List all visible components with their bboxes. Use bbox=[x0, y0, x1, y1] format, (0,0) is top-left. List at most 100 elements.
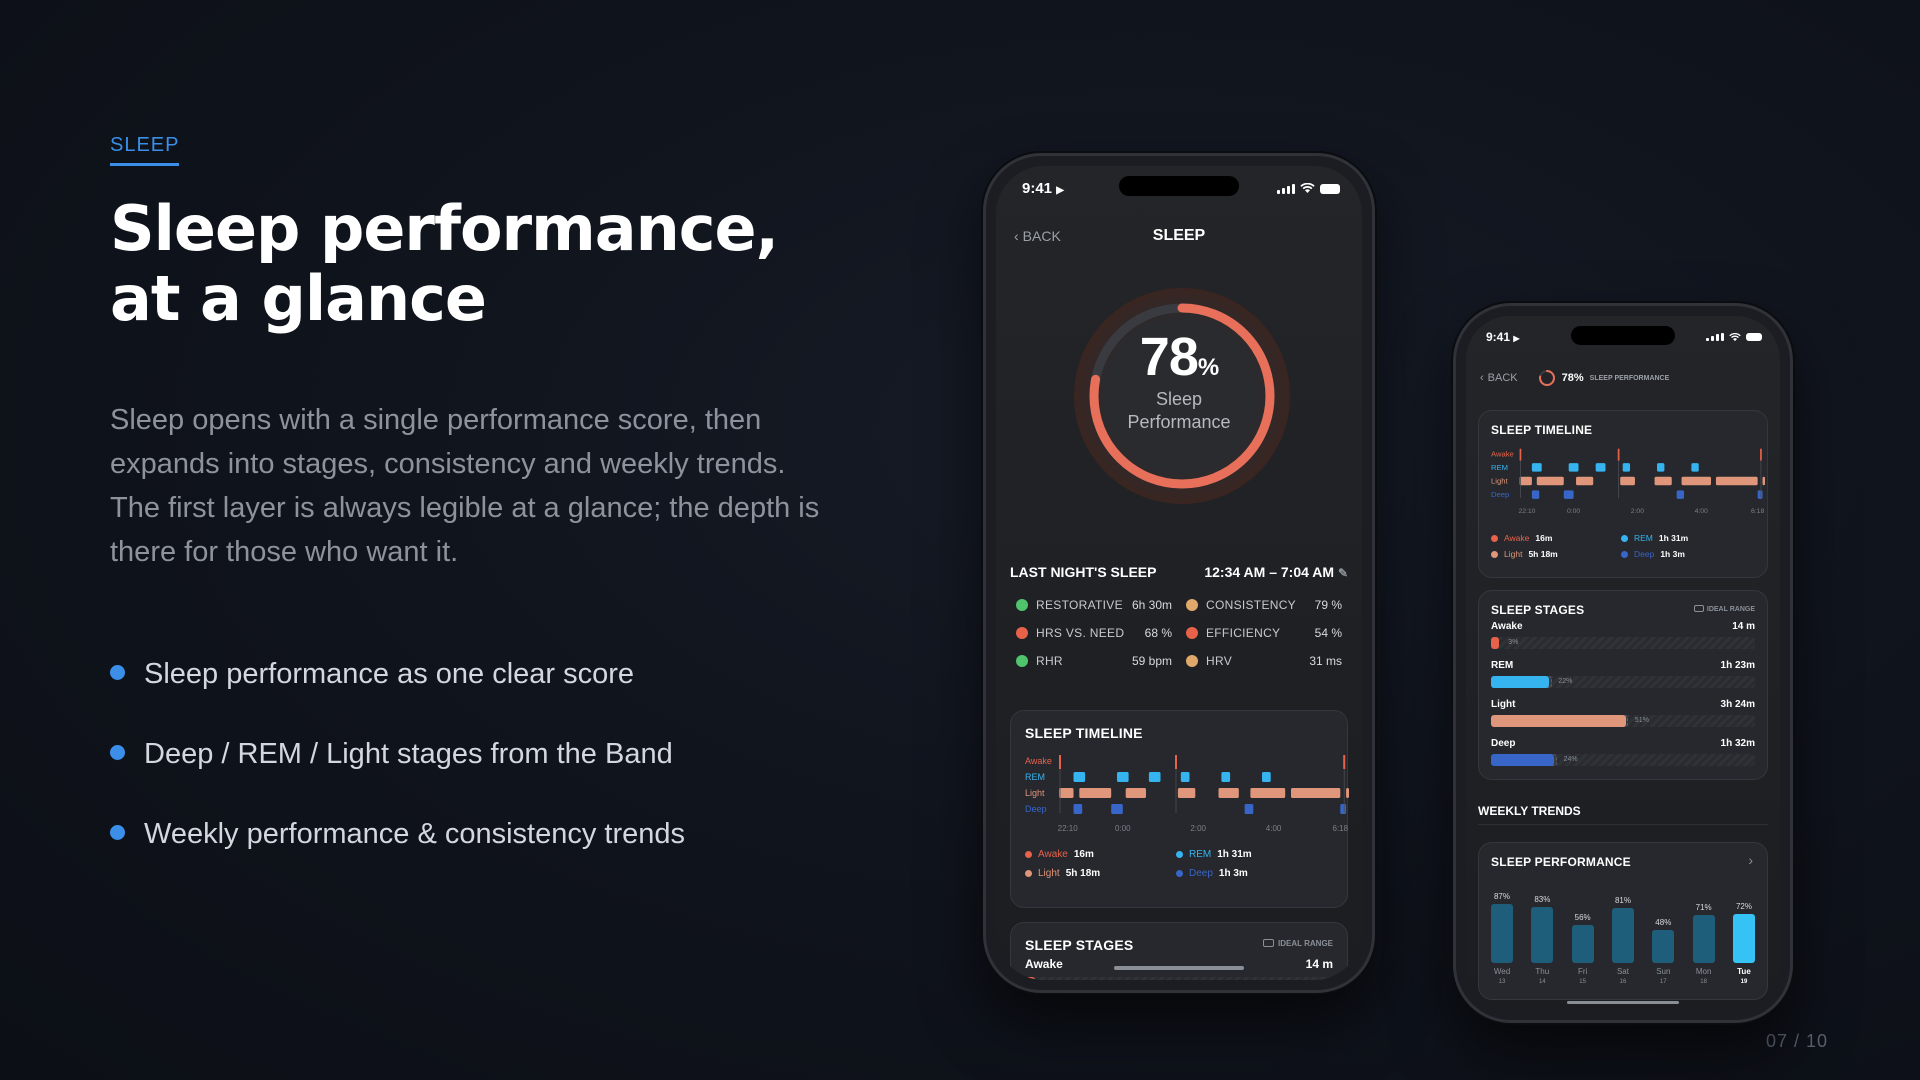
phone-screen: 9:41 ▶ ‹ BACK 78% SLEEP PERFORMANCE SLEEP… bbox=[1466, 316, 1780, 1010]
bar-value-label: 72% bbox=[1735, 902, 1752, 911]
metric-name: RHR bbox=[1036, 654, 1063, 668]
weekly-bar-column[interactable]: 71% Mon 18 bbox=[1692, 883, 1715, 987]
stage-name: Light bbox=[1491, 699, 1516, 710]
timeline-legend: Awake 16m REM 1h 31m Light 5h 18m Deep 1h 3m bbox=[1491, 533, 1751, 559]
lead-paragraph: Sleep opens with a single performance sc… bbox=[110, 404, 820, 568]
metric-name: HRV bbox=[1206, 654, 1233, 668]
light-segment bbox=[1059, 788, 1074, 798]
back-button[interactable]: ‹ BACK bbox=[1480, 372, 1518, 384]
timeline-row-label: REM bbox=[1025, 772, 1045, 782]
weekly-card-title: SLEEP PERFORMANCE bbox=[1491, 855, 1631, 869]
back-button[interactable]: ‹ BACK bbox=[1014, 228, 1061, 244]
headline-line-2: at a glance bbox=[110, 262, 487, 335]
stage-value: 1h 23m bbox=[1720, 660, 1755, 671]
stage-header: Deep 1h 32m bbox=[1491, 738, 1755, 749]
stage-value: 14 m bbox=[1732, 621, 1755, 632]
home-indicator[interactable] bbox=[1114, 966, 1244, 970]
top-nav: ‹ BACK SLEEP bbox=[996, 224, 1362, 248]
bar-day: Tue bbox=[1737, 967, 1751, 976]
metric-value: 79 % bbox=[1314, 598, 1342, 612]
chevron-right-icon[interactable]: › bbox=[1748, 852, 1753, 868]
metric-status-dot bbox=[1186, 627, 1198, 639]
deep-segment bbox=[1073, 804, 1083, 814]
wifi-icon bbox=[1300, 183, 1315, 193]
awake-segment bbox=[1617, 448, 1620, 461]
timeline-tick-label: 6:18 bbox=[1751, 508, 1764, 515]
legend-dot bbox=[1621, 534, 1628, 542]
sleep-stages-card[interactable]: SLEEP STAGES IDEAL RANGE Awake 14 m 3% bbox=[1010, 922, 1348, 980]
mini-score-caption: SLEEP PERFORMANCE bbox=[1589, 374, 1670, 382]
feature-list: Sleep performance as one clear score Dee… bbox=[110, 634, 685, 874]
feature-item: Weekly performance & consistency trends bbox=[110, 794, 685, 874]
stage-row-light: Light 3h 24m 51% bbox=[1491, 699, 1755, 727]
bar-value-label: 48% bbox=[1655, 918, 1672, 927]
score-number: 78 bbox=[1139, 327, 1199, 387]
last-night-header: LAST NIGHT'S SLEEP 12:34 AM – 7:04 AM ✎ bbox=[1010, 564, 1348, 580]
rem-segment bbox=[1657, 463, 1665, 472]
timeline-tick-label: 22:10 bbox=[1518, 508, 1535, 515]
legend-name: Awake bbox=[1504, 533, 1530, 543]
weekly-bar-column[interactable]: 72% Tue 19 bbox=[1732, 883, 1755, 987]
mini-score-value: 78% bbox=[1561, 372, 1584, 384]
cellular-signal-icon bbox=[1277, 183, 1295, 194]
timeline-row-label: Light bbox=[1025, 788, 1045, 798]
metric-value: 6h 30m bbox=[1131, 598, 1172, 612]
metric-item: CONSISTENCY 79 % bbox=[1186, 598, 1342, 612]
weekly-bar-column[interactable]: 81% Sat 16 bbox=[1611, 883, 1634, 987]
sleep-timeline-card[interactable]: SLEEP TIMELINE Awake REM Light Deep 22:10 0:0… bbox=[1478, 410, 1768, 578]
legend-value: 1h 3m bbox=[1660, 549, 1685, 559]
feature-text: Deep / REM / Light stages from the Band bbox=[144, 737, 673, 770]
location-arrow-icon: ▶ bbox=[1056, 185, 1064, 196]
weekly-bar-column[interactable]: 83% Thu 14 bbox=[1531, 883, 1554, 987]
metric-value: 59 bpm bbox=[1131, 654, 1172, 668]
light-segment bbox=[1681, 476, 1712, 486]
light-segment bbox=[1218, 788, 1239, 798]
timeline-tick-label: 22:10 bbox=[1058, 824, 1079, 833]
battery-icon bbox=[1320, 183, 1340, 194]
light-segment bbox=[1715, 476, 1758, 486]
stage-pct: 3% bbox=[1039, 977, 1052, 980]
stage-track: 24% bbox=[1491, 754, 1755, 766]
deep-segment bbox=[1531, 490, 1540, 499]
stage-value: 14 m bbox=[1305, 957, 1333, 971]
weekly-bar-column[interactable]: 56% Fri 15 bbox=[1571, 883, 1594, 987]
weekly-bar-chart: 87% Wed 13 83% Thu 14 56% Fri 15 81% Sat 16 48% Sun 17… bbox=[1491, 883, 1755, 987]
home-indicator[interactable] bbox=[1567, 1001, 1679, 1004]
sleep-timeline-chart: Awake REM Light Deep 22:10 0:00 2:00 4:00 6:18 bbox=[1491, 448, 1765, 515]
legend-value: 1h 3m bbox=[1218, 868, 1248, 879]
rem-segment bbox=[1148, 772, 1161, 782]
legend-value: 16m bbox=[1535, 533, 1553, 543]
weekly-bar-column[interactable]: 48% Sun 17 bbox=[1652, 883, 1675, 987]
stage-name: REM bbox=[1491, 660, 1514, 671]
weekly-bar-column[interactable]: 87% Wed 13 bbox=[1491, 883, 1513, 987]
bar-day: Thu bbox=[1535, 967, 1550, 976]
sleep-timeline-card[interactable]: SLEEP TIMELINE Awake REM Light Deep 22:10 0:0… bbox=[1010, 710, 1349, 908]
bar-day-label: Mon 18 bbox=[1696, 967, 1712, 987]
awake-segment bbox=[1175, 755, 1177, 769]
timeline-row-label: Awake bbox=[1491, 449, 1514, 458]
metric-value: 68 % bbox=[1144, 626, 1172, 640]
legend-item: Awake 16m bbox=[1025, 849, 1176, 860]
sleep-stages-card[interactable]: SLEEP STAGES IDEAL RANGE Awake 14 m 3% REM 1… bbox=[1478, 590, 1768, 780]
weekly-performance-card[interactable]: SLEEP PERFORMANCE › 87% Wed 13 83% Thu 14 56% F… bbox=[1478, 842, 1768, 1000]
legend-name: Light bbox=[1504, 549, 1523, 559]
timeline-tick-label: 6:18 bbox=[1333, 824, 1349, 833]
stage-row-rem: REM 1h 23m 22% bbox=[1491, 660, 1755, 688]
bar-day: Wed bbox=[1493, 967, 1511, 976]
section-eyebrow: SLEEP bbox=[110, 134, 180, 166]
stage-fill bbox=[1491, 715, 1626, 727]
legend-item: REM 1h 31m bbox=[1621, 533, 1751, 543]
legend-dot bbox=[1176, 851, 1183, 858]
metric-value: 31 ms bbox=[1309, 654, 1342, 668]
bar bbox=[1611, 908, 1634, 963]
timeline-tick-label: 4:00 bbox=[1266, 824, 1282, 833]
rem-segment bbox=[1221, 772, 1231, 782]
stage-row-deep: Deep 1h 32m 24% bbox=[1491, 738, 1755, 766]
stage-track: 51% bbox=[1491, 715, 1755, 727]
awake-segment bbox=[1059, 755, 1061, 769]
ideal-range-label: IDEAL RANGE bbox=[1278, 939, 1333, 948]
last-night-range[interactable]: 12:34 AM – 7:04 AM ✎ bbox=[1204, 564, 1348, 580]
timeline-tick-label: 0:00 bbox=[1115, 824, 1131, 833]
clock: 9:41 bbox=[1486, 330, 1511, 344]
stage-header: REM 1h 23m bbox=[1491, 660, 1755, 671]
